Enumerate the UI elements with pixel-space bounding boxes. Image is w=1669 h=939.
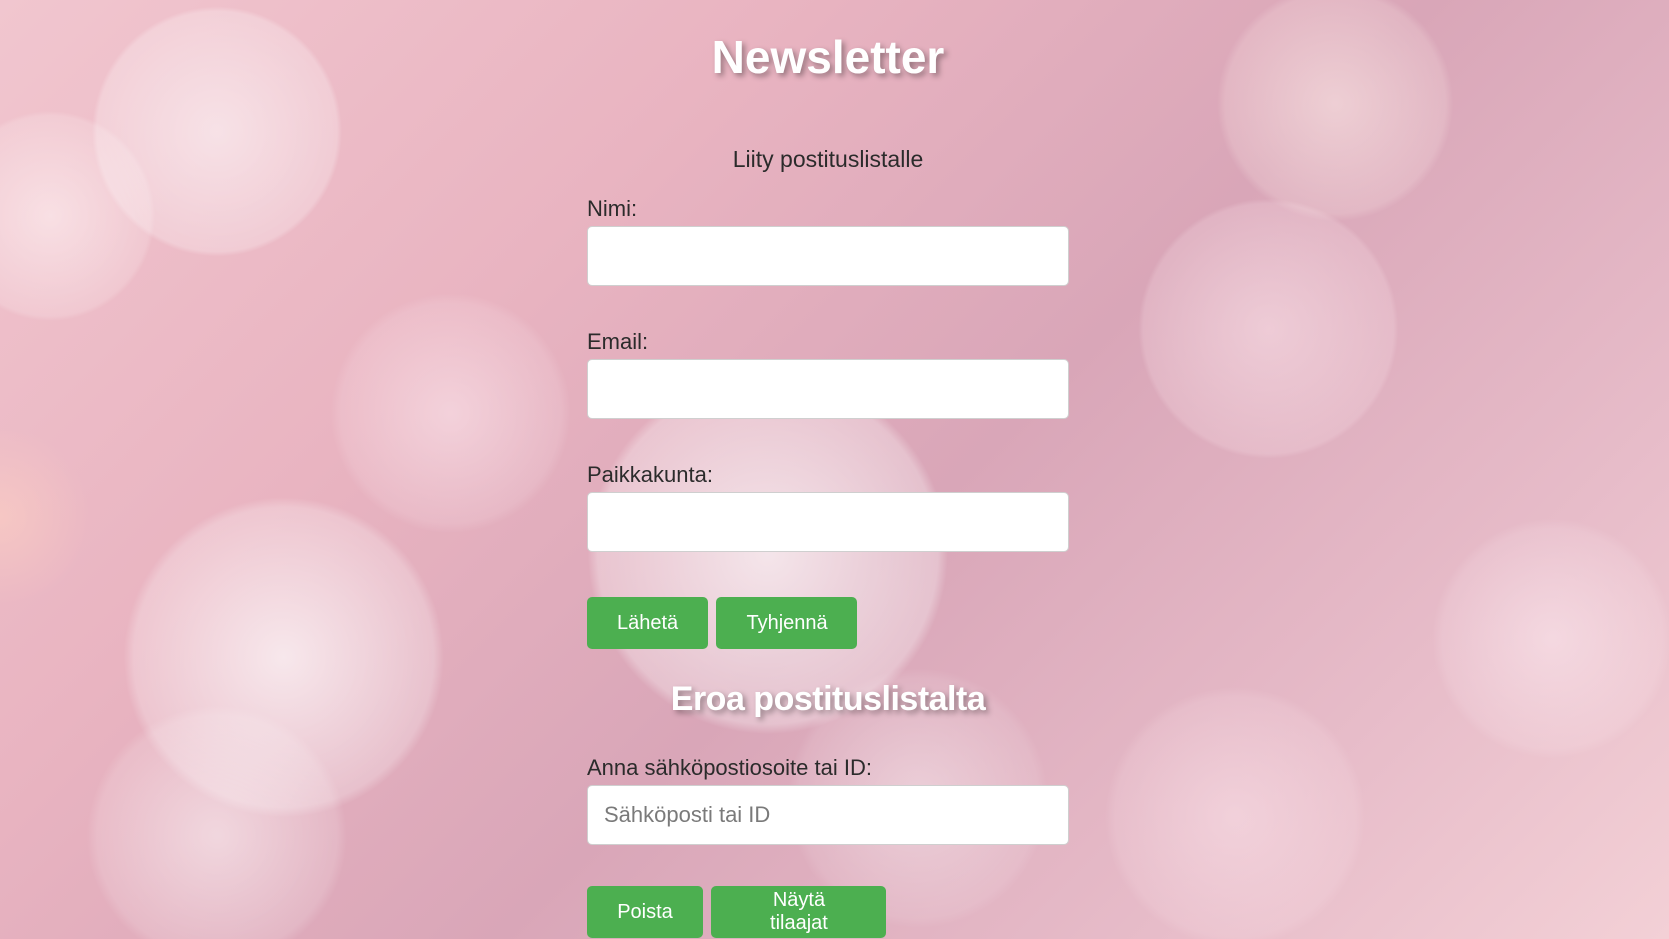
unsubscribe-label: Anna sähköpostiosoite tai ID:	[587, 755, 872, 780]
subscribe-form: Nimi:	[587, 196, 1069, 286]
unsubscribe-actions: Poista Näytä tilaajat	[587, 886, 1069, 938]
unsubscribe-input[interactable]	[587, 785, 1069, 845]
city-input[interactable]	[587, 492, 1069, 552]
email-label: Email:	[587, 329, 649, 354]
subscribe-actions: Lähetä Tyhjennä	[587, 597, 1069, 649]
clear-button[interactable]: Tyhjennä	[716, 597, 858, 649]
submit-button[interactable]: Lähetä	[587, 597, 708, 649]
city-group: Paikkakunta:	[587, 462, 1069, 552]
city-label: Paikkakunta:	[587, 462, 713, 487]
name-input[interactable]	[587, 226, 1069, 286]
name-label: Nimi:	[587, 196, 638, 221]
page-subtitle: Liity postituslistalle	[732, 146, 924, 172]
show-subscribers-button[interactable]: Näytä tilaajat	[711, 886, 887, 938]
unsubscribe-title: Eroa postituslistalta	[670, 680, 986, 718]
page-title: Newsletter	[711, 31, 945, 83]
email-group: Email:	[587, 329, 1069, 419]
delete-button[interactable]: Poista	[587, 886, 703, 938]
email-input[interactable]	[587, 359, 1069, 419]
unsubscribe-form: Anna sähköpostiosoite tai ID:	[587, 755, 1069, 845]
